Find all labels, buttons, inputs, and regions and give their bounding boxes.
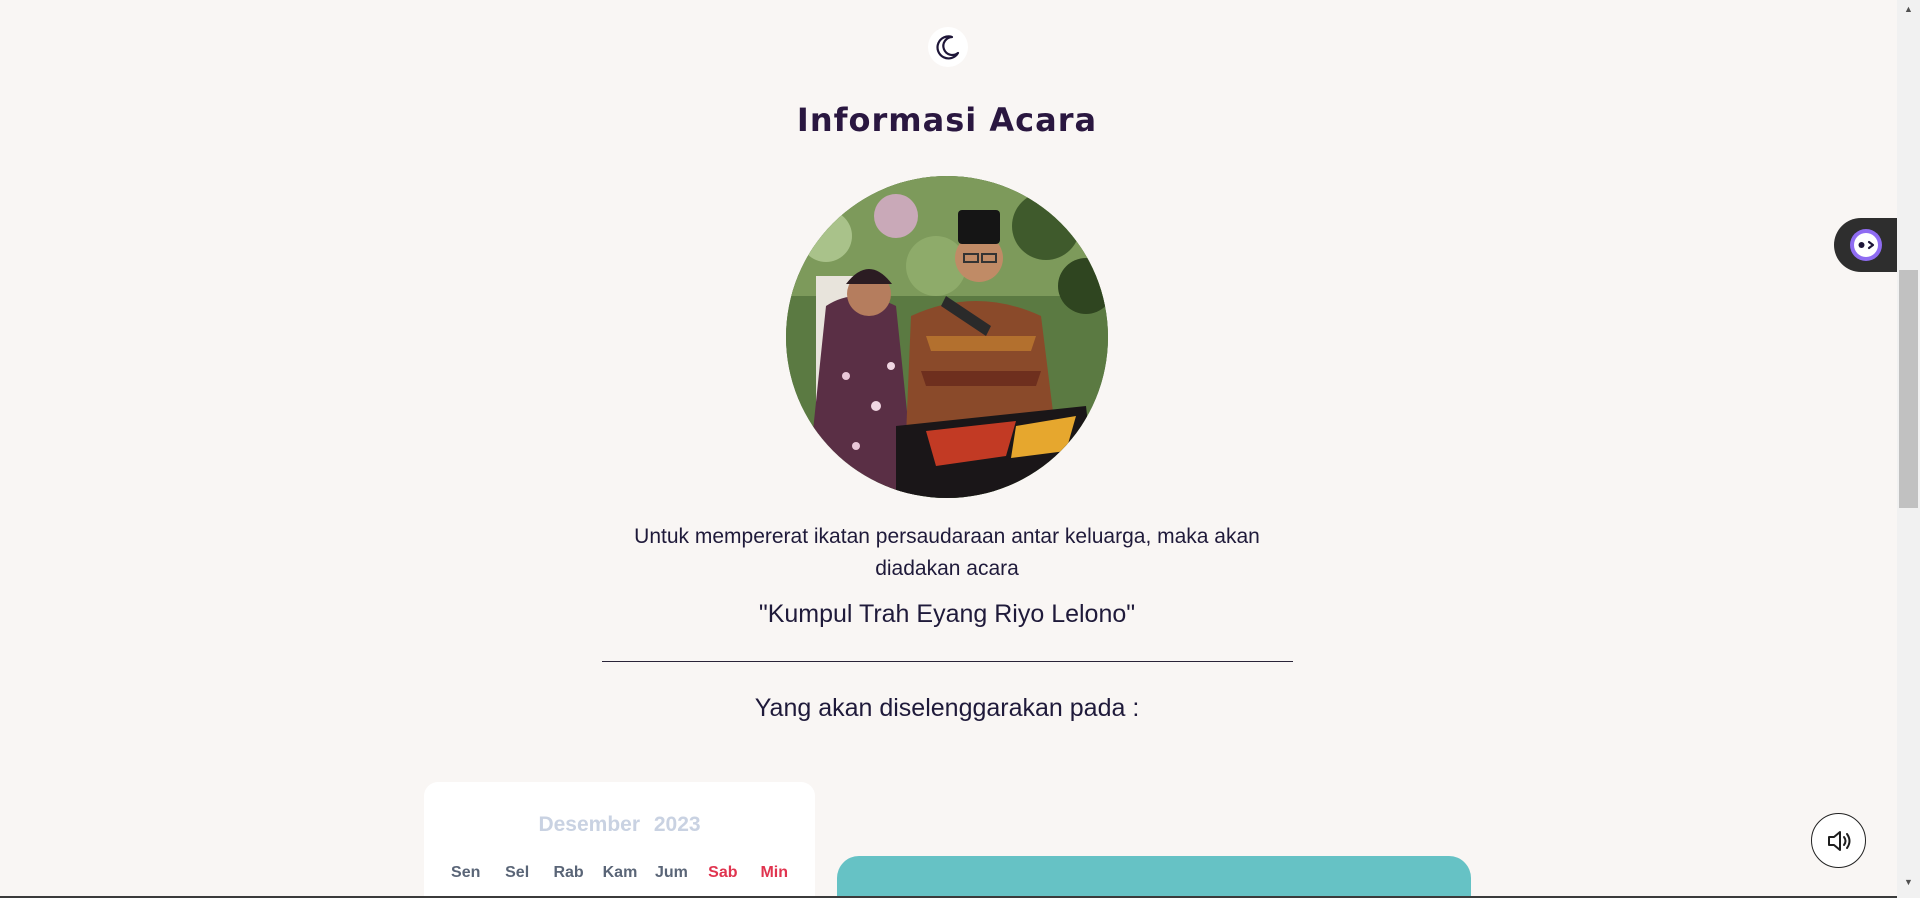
calendar-month-year: Desember 2023 xyxy=(424,813,815,837)
weekday-label: Sel xyxy=(505,864,530,881)
weekday-label: Rab xyxy=(553,864,584,881)
schedule-lead: Yang akan diselenggarakan pada : xyxy=(754,694,1140,722)
calendar-year: 2023 xyxy=(653,813,701,836)
event-calendar: Desember 2023 Sen Sel Rab Kam Jum Sab Mi… xyxy=(424,782,815,898)
event-name: "Kumpul Trah Eyang Riyo Lelono" xyxy=(758,600,1136,628)
assistant-bot-icon xyxy=(1850,229,1882,261)
scroll-down-arrow-icon[interactable]: ▼ xyxy=(1897,877,1920,887)
scrollbar-thumb[interactable] xyxy=(1899,270,1918,508)
calendar-month: Desember xyxy=(538,813,640,836)
weekday-label: Jum xyxy=(654,864,688,881)
weekday-label: Kam xyxy=(602,864,638,881)
intro-text: Untuk mempererat ikatan persaudaraan ant… xyxy=(634,525,1260,580)
scroll-up-arrow-icon[interactable]: ▲ xyxy=(1897,4,1920,14)
moon-icon xyxy=(936,35,960,60)
page-title: Informasi Acara xyxy=(796,101,1098,139)
assistant-widget-button[interactable] xyxy=(1834,218,1897,272)
divider xyxy=(602,661,1293,662)
audio-toggle-button[interactable] xyxy=(1811,813,1866,868)
weekday-label: Sen xyxy=(451,864,481,881)
couple-photo xyxy=(786,176,1108,498)
page-viewport: Informasi Acara Untuk mempererat ikatan … xyxy=(0,0,1897,898)
theme-toggle-button[interactable] xyxy=(928,27,968,67)
event-detail-card xyxy=(837,856,1471,898)
speaker-icon xyxy=(1827,830,1850,851)
couple-photo-image xyxy=(786,176,1108,498)
weekday-label-weekend: Min xyxy=(760,864,789,881)
calendar-weekday-row: Sen Sel Rab Kam Jum Sab Min xyxy=(440,864,800,882)
weekday-label-weekend: Sab xyxy=(708,864,738,881)
